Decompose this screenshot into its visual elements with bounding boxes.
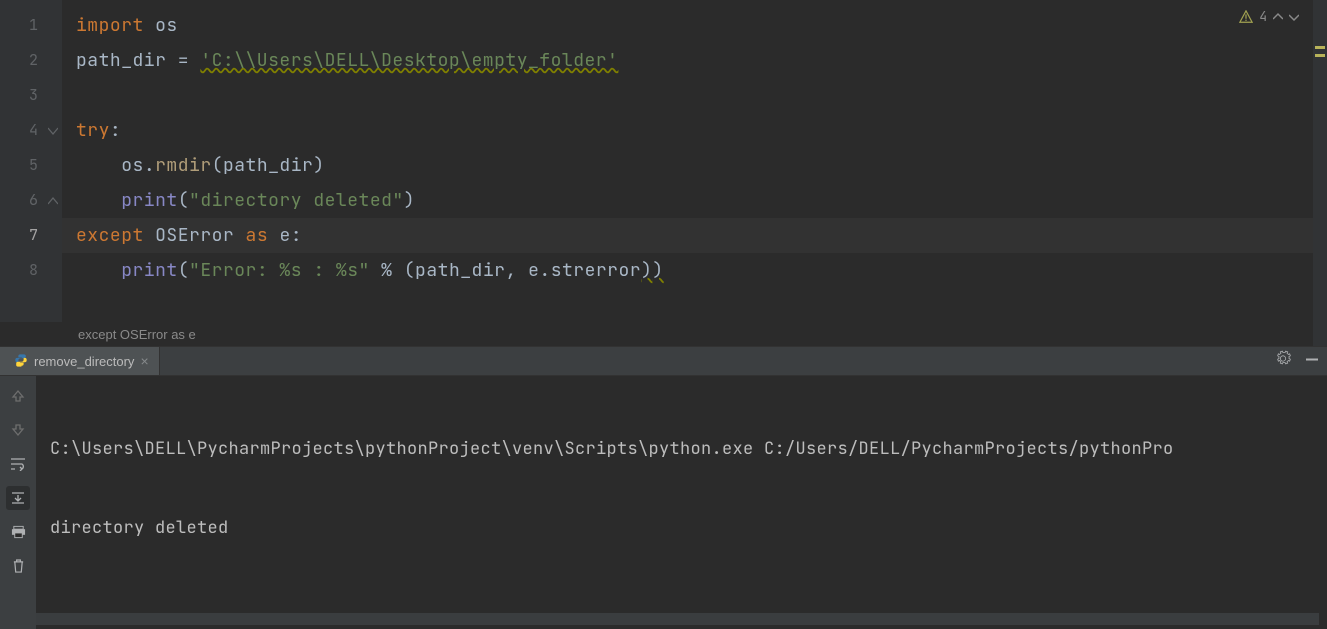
up-arrow-icon[interactable] <box>6 384 30 408</box>
inspection-widget[interactable]: 4 <box>1239 8 1299 25</box>
breadcrumb[interactable]: except OSError as e <box>0 322 1327 346</box>
line-number[interactable]: 1 <box>0 8 38 43</box>
fold-handle[interactable] <box>48 183 62 218</box>
scroll-to-end-icon[interactable] <box>6 486 30 510</box>
horizontal-scrollbar[interactable] <box>36 613 1319 625</box>
soft-wrap-icon[interactable] <box>6 452 30 476</box>
minimize-icon[interactable] <box>1305 351 1319 372</box>
console-line: C:\Users\DELL\PycharmProjects\pythonProj… <box>50 432 1327 467</box>
trash-icon[interactable] <box>6 554 30 578</box>
line-number[interactable]: 7 <box>0 218 38 253</box>
console-output[interactable]: C:\Users\DELL\PycharmProjects\pythonProj… <box>36 376 1327 629</box>
chevron-down-icon[interactable] <box>1289 12 1299 22</box>
line-number[interactable]: 2 <box>0 43 38 78</box>
print-icon[interactable] <box>6 520 30 544</box>
python-icon <box>14 353 28 370</box>
editor-pane: 1 2 3 4 5 6 7 8 import os path_ <box>0 0 1327 346</box>
line-number[interactable]: 3 <box>0 78 38 113</box>
run-tab[interactable]: remove_directory × <box>0 347 160 375</box>
line-number[interactable]: 4 <box>0 113 38 148</box>
fold-handle[interactable] <box>48 113 62 148</box>
run-tabs-row: remove_directory × <box>0 346 1327 376</box>
code-area[interactable]: 1 2 3 4 5 6 7 8 import os path_ <box>0 0 1327 322</box>
warning-icon <box>1239 10 1253 24</box>
line-number[interactable]: 6 <box>0 183 38 218</box>
gutter: 1 2 3 4 5 6 7 8 <box>0 0 48 322</box>
run-tab-label: remove_directory <box>34 354 134 369</box>
down-arrow-icon[interactable] <box>6 418 30 442</box>
line-number[interactable]: 5 <box>0 148 38 183</box>
marker-stripe[interactable] <box>1313 0 1327 322</box>
run-toolbar <box>0 376 36 629</box>
gear-icon[interactable] <box>1275 351 1291 372</box>
console-line: directory deleted <box>50 511 1327 546</box>
line-number[interactable]: 8 <box>0 253 38 288</box>
close-icon[interactable]: × <box>140 353 148 369</box>
inspection-count: 4 <box>1259 8 1267 25</box>
chevron-up-icon[interactable] <box>1273 12 1283 22</box>
fold-column <box>48 0 62 322</box>
run-pane: C:\Users\DELL\PycharmProjects\pythonProj… <box>0 376 1327 629</box>
code-text[interactable]: import os path_dir = 'C:\\Users\DELL\Des… <box>62 0 1327 322</box>
